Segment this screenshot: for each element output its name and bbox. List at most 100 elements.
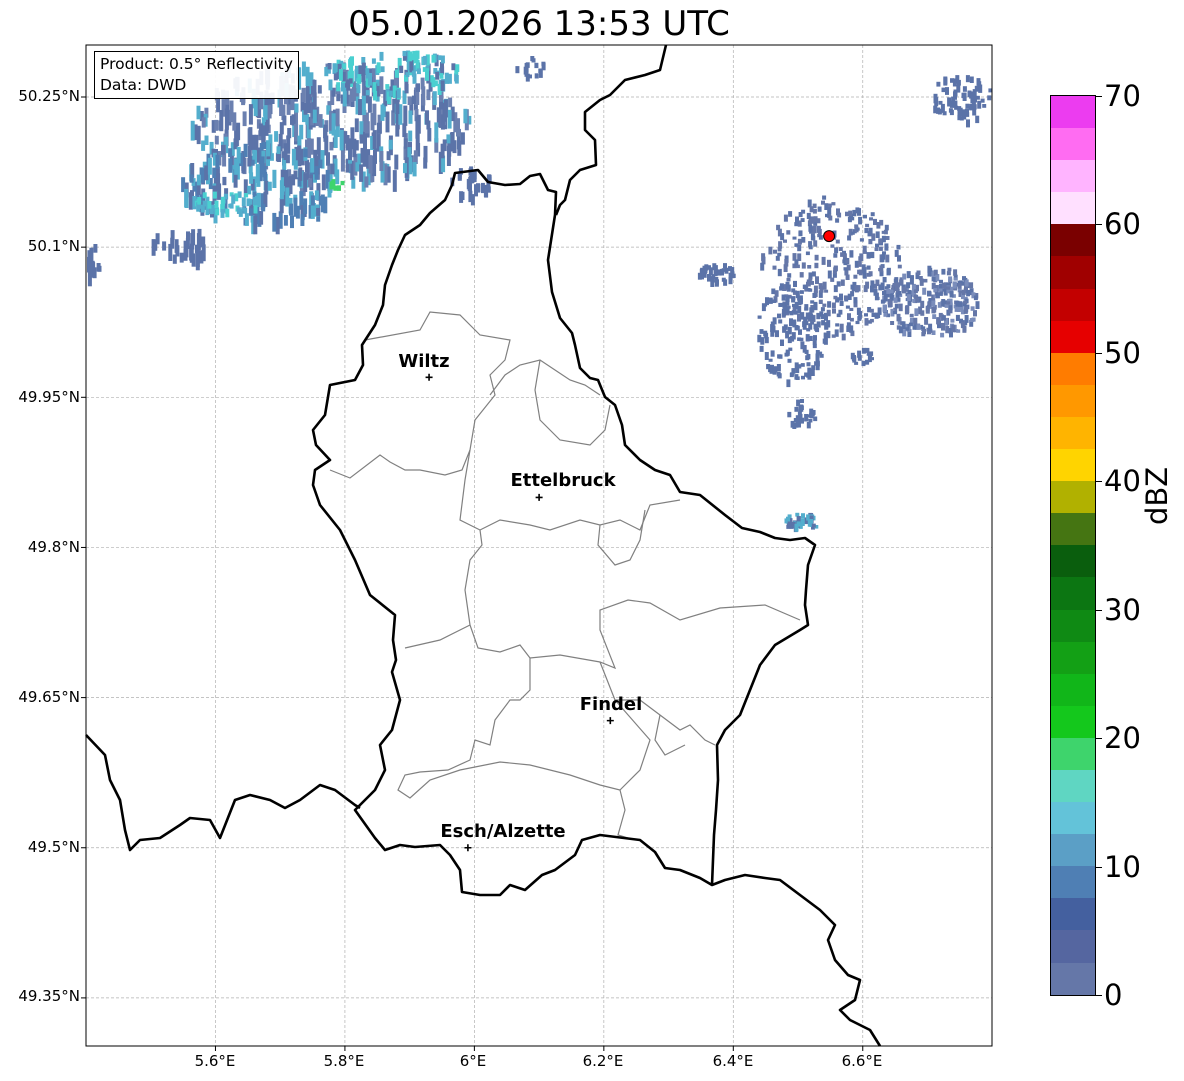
echo-cell-541 <box>303 148 308 158</box>
echo-cell-538 <box>279 180 284 200</box>
echo-cell-376 <box>408 110 413 124</box>
echo-cell-389 <box>446 134 451 144</box>
echo-cell-1332 <box>919 278 924 286</box>
echo-cell-1527 <box>776 364 781 372</box>
product-info-box: Product: 0.5° Reflectivity Data: DWD <box>94 51 299 99</box>
echo-cell-1553 <box>761 303 766 312</box>
echo-cell-1249 <box>941 268 946 275</box>
lat-tick-0: 50.25°N <box>18 87 80 105</box>
echo-cell-1620 <box>794 406 799 412</box>
echo-cell-891 <box>821 256 826 265</box>
echo-cell-1542 <box>799 290 804 294</box>
echo-cell-1538 <box>764 352 769 360</box>
echo-cell-1342 <box>933 288 938 293</box>
echo-cell-705 <box>408 51 413 62</box>
echo-cell-943 <box>856 307 861 316</box>
echo-cell-235 <box>370 113 375 131</box>
echo-cell-1093 <box>840 279 845 286</box>
echo-cell-693 <box>388 90 393 97</box>
echo-cell-385 <box>412 162 417 177</box>
echo-cell-1096 <box>882 277 887 283</box>
echo-cell-280 <box>364 112 369 134</box>
echo-cell-1002 <box>801 237 806 243</box>
echo-cell-1420 <box>945 328 950 334</box>
echo-cell-785 <box>196 233 201 251</box>
echo-cell-1386 <box>897 291 902 296</box>
echo-cell-944 <box>853 297 858 304</box>
echo-cell-1422 <box>935 292 940 299</box>
echo-cell-1712 <box>957 114 962 121</box>
colorbar <box>1050 95 1096 996</box>
echo-cell-1126 <box>870 280 875 288</box>
echo-cell-1040 <box>874 247 879 251</box>
echo-cell-1608 <box>713 265 718 273</box>
echo-cell-1532 <box>786 379 791 388</box>
echo-cell-1035 <box>863 214 867 219</box>
echo-cell-790 <box>190 232 195 250</box>
echo-cell-651 <box>333 73 338 81</box>
colorbar-tickmark-6 <box>1096 224 1102 226</box>
echo-cell-1680 <box>982 104 987 108</box>
echo-cell-55 <box>392 170 397 192</box>
echo-cell-1544 <box>772 317 777 325</box>
echo-cell-1388 <box>909 278 914 285</box>
echo-cell-296 <box>219 110 224 132</box>
echo-cell-1694 <box>938 100 943 105</box>
echo-cell-1090 <box>827 203 832 208</box>
echo-cell-569 <box>335 169 340 185</box>
colorbar-segment-1 <box>1051 930 1095 963</box>
echo-cell-709 <box>394 69 399 78</box>
echo-cell-102 <box>316 137 321 155</box>
echo-cell-664 <box>365 90 370 96</box>
echo-cell-696 <box>380 66 385 73</box>
echo-cell-185 <box>460 132 465 145</box>
echo-cell-1480 <box>790 335 795 342</box>
echo-cell-343 <box>335 108 340 127</box>
echo-cell-780 <box>179 252 184 263</box>
echo-cell-1280 <box>931 277 936 282</box>
lon-tick-3: 6.2°E <box>582 1052 624 1070</box>
echo-cell-1334 <box>913 289 918 294</box>
echo-cell-1149 <box>859 253 864 261</box>
echo-cell-1631 <box>790 420 795 428</box>
echo-cell-1085 <box>821 200 825 205</box>
echo-cell-1524 <box>785 299 790 306</box>
echo-cell-1519 <box>759 329 764 334</box>
echo-cell-886 <box>822 303 827 307</box>
echo-cell-592 <box>291 148 296 166</box>
echo-cell-1358 <box>894 303 899 309</box>
echo-cell-411 <box>201 140 206 151</box>
echo-cell-1075 <box>843 295 848 300</box>
echo-cell-1032 <box>833 295 838 300</box>
echo-cell-1134 <box>806 279 811 287</box>
echo-cell-1548 <box>780 339 784 346</box>
colorbar-tick-1: 10 <box>1104 849 1141 884</box>
echo-cell-1487 <box>804 320 809 326</box>
echo-cell-1520 <box>823 332 828 338</box>
echo-cell-1510 <box>778 354 783 359</box>
echo-cell-1394 <box>920 300 925 308</box>
colorbar-segment-25 <box>1051 160 1095 193</box>
echo-cell-244 <box>434 122 439 143</box>
radar-map[interactable] <box>0 0 1184 1081</box>
echo-cell-955 <box>871 312 876 317</box>
echo-cell-1199 <box>923 278 928 283</box>
echo-cell-1735 <box>800 518 805 526</box>
echo-cell-1563 <box>808 370 813 376</box>
city-label-esch: Esch/Alzette <box>440 821 566 842</box>
echo-cell-287 <box>290 115 294 125</box>
echo-cell-987 <box>805 251 810 256</box>
echo-cell-1150 <box>869 308 874 313</box>
echo-cell-714 <box>416 83 420 92</box>
echo-cell-596 <box>300 214 305 226</box>
echo-cell-686 <box>327 63 332 70</box>
echo-cell-1139 <box>854 224 859 229</box>
colorbar-segment-16 <box>1051 449 1095 482</box>
echo-cell-883 <box>849 250 854 258</box>
echo-cell-1058 <box>811 271 816 277</box>
echo-cell-1458 <box>791 296 796 301</box>
echo-cell-641 <box>454 74 459 84</box>
echo-cell-263 <box>403 138 408 149</box>
echo-cell-396 <box>331 113 336 136</box>
radar-site-marker[interactable] <box>823 230 836 243</box>
